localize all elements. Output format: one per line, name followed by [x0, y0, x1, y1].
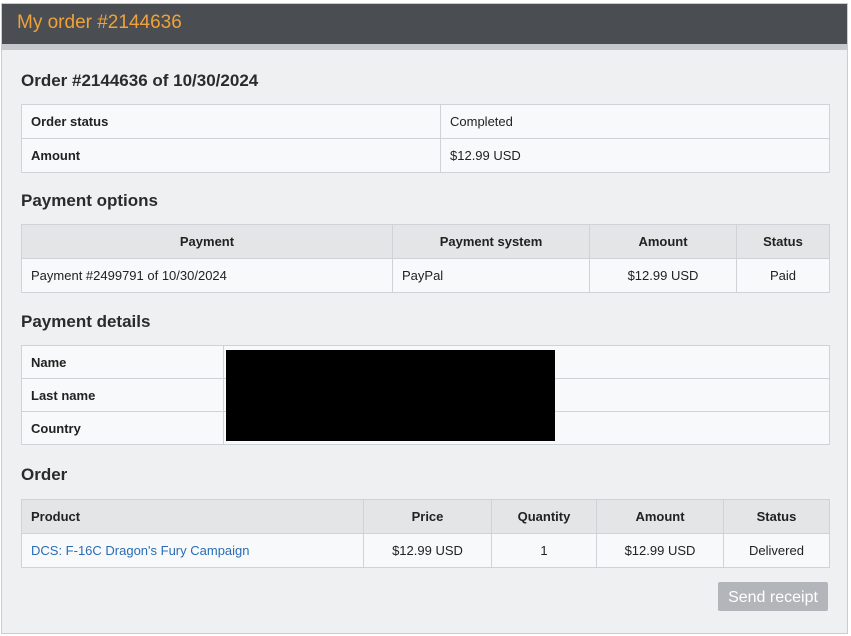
- column-header: Product: [21, 499, 364, 534]
- quantity-cell: 1: [491, 533, 597, 568]
- status-cell: Delivered: [723, 533, 830, 568]
- order-items-heading: Order: [21, 465, 68, 484]
- summary-label: Amount: [21, 138, 441, 173]
- order-panel: My order #2144636 Order #2144636 of 10/3…: [1, 3, 848, 634]
- column-header: Payment system: [392, 224, 590, 259]
- detail-label: Last name: [21, 378, 224, 412]
- summary-value: Completed: [440, 104, 830, 139]
- price-cell: $12.99 USD: [363, 533, 492, 568]
- summary-row: Order status Completed: [21, 104, 830, 139]
- column-header: Amount: [589, 224, 737, 259]
- payment-status: Paid: [736, 258, 830, 293]
- order-summary-table: Order status Completed Amount $12.99 USD: [21, 104, 830, 173]
- summary-row: Amount $12.99 USD: [21, 138, 830, 173]
- summary-label: Order status: [21, 104, 441, 139]
- table-header-row: Product Price Quantity Amount Status: [21, 499, 830, 534]
- redaction-block: [226, 350, 555, 441]
- table-row: Payment #2499791 of 10/30/2024 PayPal $1…: [21, 258, 830, 293]
- column-header: Quantity: [491, 499, 597, 534]
- column-header: Payment: [21, 224, 393, 259]
- order-items-table: Product Price Quantity Amount Status DCS…: [21, 499, 830, 568]
- column-header: Status: [736, 224, 830, 259]
- summary-value: $12.99 USD: [440, 138, 830, 173]
- payment-amount: $12.99 USD: [589, 258, 737, 293]
- column-header: Status: [723, 499, 830, 534]
- payment-system: PayPal: [392, 258, 590, 293]
- send-receipt-button[interactable]: Send receipt: [718, 582, 828, 611]
- payment-options-heading: Payment options: [21, 191, 158, 210]
- table-row: DCS: F-16C Dragon's Fury Campaign $12.99…: [21, 533, 830, 568]
- detail-label: Country: [21, 411, 224, 445]
- amount-cell: $12.99 USD: [596, 533, 724, 568]
- column-header: Price: [363, 499, 492, 534]
- product-link[interactable]: DCS: F-16C Dragon's Fury Campaign: [31, 543, 250, 558]
- order-heading: Order #2144636 of 10/30/2024: [21, 71, 259, 90]
- payment-options-table: Payment Payment system Amount Status Pay…: [21, 224, 830, 293]
- payment-details-heading: Payment details: [21, 312, 151, 331]
- table-header-row: Payment Payment system Amount Status: [21, 224, 830, 259]
- column-header: Amount: [596, 499, 724, 534]
- product-cell: DCS: F-16C Dragon's Fury Campaign: [21, 533, 364, 568]
- detail-label: Name: [21, 345, 224, 379]
- payment-id: Payment #2499791 of 10/30/2024: [21, 258, 393, 293]
- page-title: My order #2144636: [17, 12, 182, 33]
- panel-header: My order #2144636: [2, 4, 847, 50]
